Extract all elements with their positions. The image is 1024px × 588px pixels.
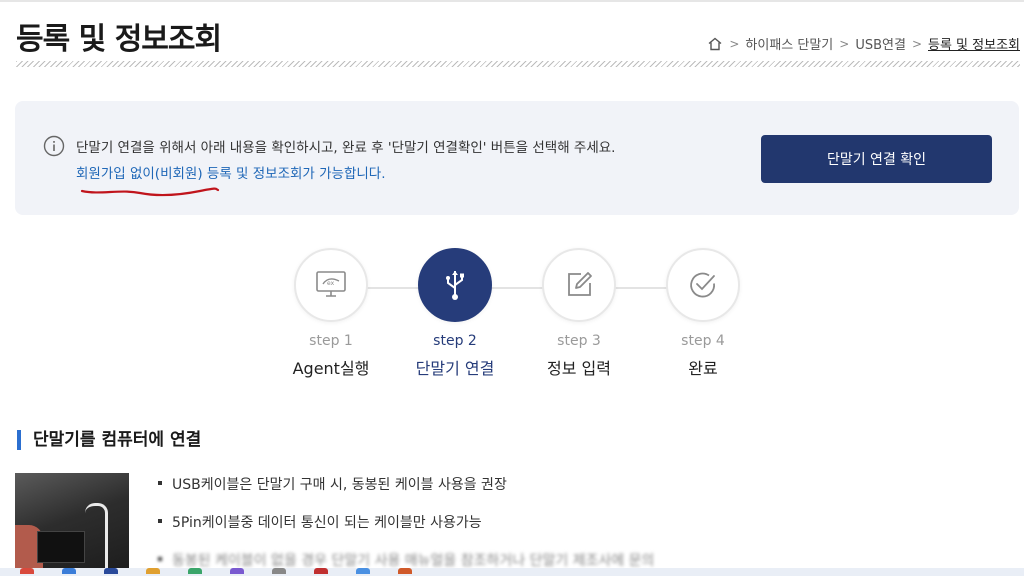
svg-text:ex: ex [327,280,335,287]
device-connect-confirm-button[interactable]: 단말기 연결 확인 [761,135,992,183]
list-item: USB케이블은 단말기 구매 시, 동봉된 케이블 사용을 권장 [158,474,654,512]
step-number: step 1 [309,333,353,349]
step-circle [418,248,492,322]
step-number: step 3 [557,333,601,349]
notice-text: 단말기 연결을 위해서 아래 내용을 확인하시고, 완료 후 '단말기 연결확인… [76,140,616,156]
section-title: 단말기를 컴퓨터에 연결 [17,430,201,450]
step-circle: ex [294,248,368,322]
taskbar-app-icon[interactable] [20,568,34,574]
step-3: step 3 정보 입력 [517,248,641,379]
taskbar-app-icon[interactable] [314,568,328,574]
taskbar-app-icon[interactable] [146,568,160,574]
breadcrumb-item-usb[interactable]: USB연결 [855,34,906,53]
step-label: 완료 [688,359,718,378]
info-icon [43,135,65,157]
step-label: Agent실행 [292,359,370,378]
step-circle [542,248,616,322]
usb-icon [446,271,464,300]
list-item: 5Pin케이블중 데이터 통신이 되는 케이블만 사용가능 [158,512,654,550]
page-title: 등록 및 정보조회 [16,22,222,57]
breadcrumb-item-hipass[interactable]: 하이패스 단말기 [745,34,833,53]
chevron-right-icon: > [911,36,922,51]
breadcrumb-item-current[interactable]: 등록 및 정보조회 [928,34,1020,53]
step-number: step 4 [681,333,725,349]
check-circle-icon [690,272,715,298]
taskbar-app-icon[interactable] [398,568,412,574]
breadcrumb: > 하이패스 단말기 > USB연결 > 등록 및 정보조회 [707,34,1020,53]
title-divider [16,61,1020,67]
chevron-right-icon: > [839,36,850,51]
step-circle [666,248,740,322]
non-member-notice-text: 회원가입 없이(비회원) 등록 및 정보조회가 가능합니다. [76,166,386,182]
taskbar-app-icon[interactable] [62,568,76,574]
cable-graphic [85,503,108,576]
step-2: step 2 단말기 연결 [393,248,517,379]
step-1: ex step 1 Agent실행 [269,248,393,379]
monitor-ex-icon: ex [316,271,346,297]
chevron-right-icon: > [729,36,740,51]
notice-box: 단말기 연결을 위해서 아래 내용을 확인하시고, 완료 후 '단말기 연결확인… [15,101,1019,215]
red-underline-annotation [80,187,220,197]
top-border [0,0,1024,2]
edit-icon [568,272,592,296]
taskbar [0,568,1024,576]
taskbar-app-icon[interactable] [272,568,286,574]
step-label: 정보 입력 [547,359,611,378]
taskbar-app-icon[interactable] [230,568,244,574]
device-connection-photo [15,473,129,576]
device-graphic [37,531,85,563]
step-number: step 2 [433,333,477,349]
step-4: step 4 완료 [641,248,765,379]
home-icon[interactable] [707,36,723,52]
step-label: 단말기 연결 [415,359,495,378]
step-indicator: ex step 1 Agent실행 step 2 단말기 연결 step 3 정… [0,248,1024,388]
taskbar-app-icon[interactable] [188,568,202,574]
taskbar-app-icon[interactable] [356,568,370,574]
taskbar-app-icon[interactable] [104,568,118,574]
